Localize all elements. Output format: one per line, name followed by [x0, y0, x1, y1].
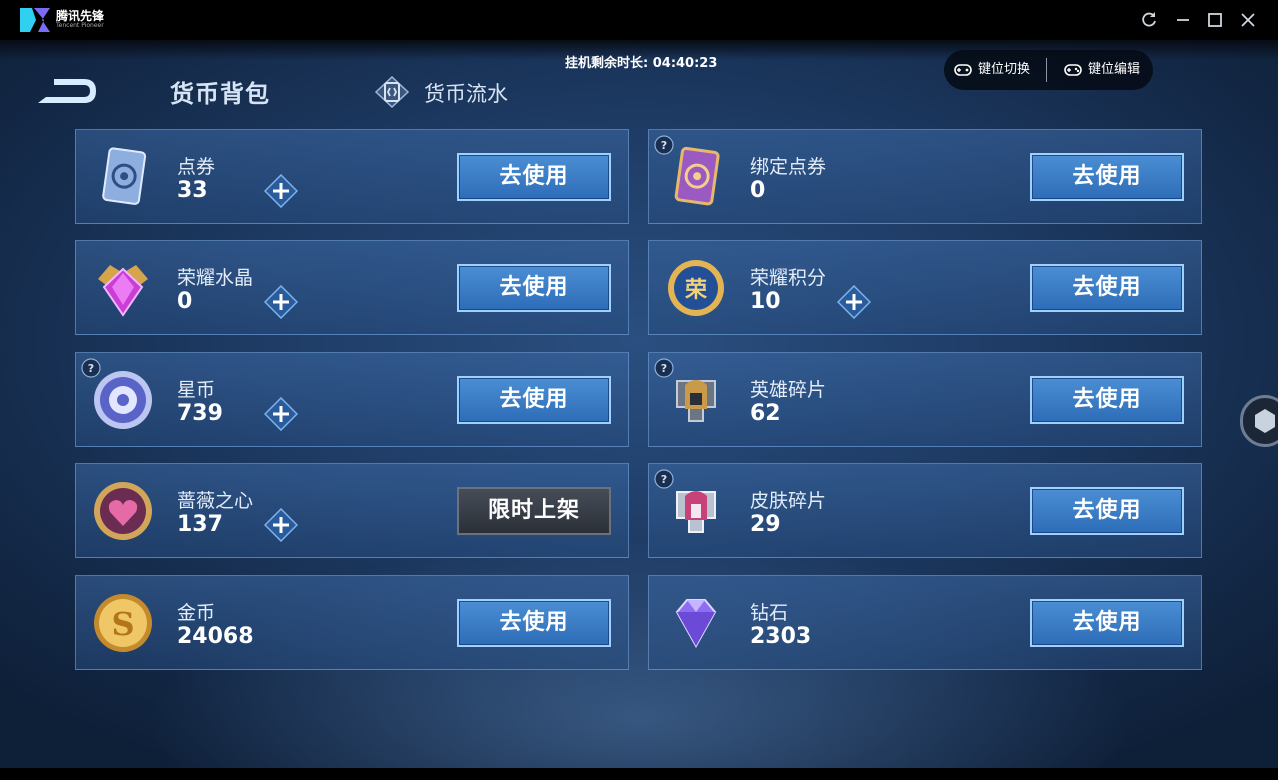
svg-text:?: ?: [661, 473, 667, 486]
game-view: 货币背包 货币流水 挂机剩余时长: 04:40:23 键位切换 键位编辑 点券 3…: [0, 40, 1278, 768]
currency-name: 钻石: [750, 602, 789, 624]
currency-value: 33: [177, 178, 208, 203]
currency-card: 点券 33 去使用: [75, 129, 629, 224]
glory-crystal-icon: [90, 255, 156, 321]
currency-card: ? 英雄碎片 62 去使用: [648, 352, 1202, 447]
svg-text:?: ?: [88, 362, 94, 375]
currency-name: 荣耀积分: [750, 267, 827, 289]
use-button[interactable]: 去使用: [457, 599, 611, 647]
gold-coin-icon: S: [90, 590, 156, 656]
currency-card: ? 皮肤碎片 29 去使用: [648, 463, 1202, 558]
svg-text:S: S: [111, 605, 134, 643]
key-edit-button[interactable]: 键位编辑: [1064, 60, 1154, 80]
title-bar: 腾讯先锋 Tencent Pioneer: [0, 0, 1278, 40]
floating-menu-handle[interactable]: [1240, 395, 1278, 447]
close-icon[interactable]: [1238, 10, 1258, 30]
currency-value: 137: [177, 512, 223, 537]
currency-value: 10: [750, 289, 781, 314]
maximize-icon[interactable]: [1205, 10, 1225, 30]
use-button[interactable]: 去使用: [1030, 153, 1184, 201]
currency-value: 29: [750, 512, 781, 537]
back-arrow-icon[interactable]: [32, 73, 100, 107]
svg-text:荣: 荣: [684, 277, 707, 303]
use-button[interactable]: 去使用: [1030, 376, 1184, 424]
currency-value: 62: [750, 401, 781, 426]
currency-name: 蔷薇之心: [177, 490, 254, 512]
help-icon[interactable]: ?: [80, 357, 102, 379]
currency-name: 皮肤碎片: [750, 490, 827, 512]
add-currency-button[interactable]: [263, 507, 299, 543]
use-button[interactable]: 去使用: [1030, 264, 1184, 312]
currency-name: 星币: [177, 379, 216, 401]
tab-currency-bag[interactable]: 货币背包: [170, 74, 270, 109]
currency-card: 钻石 2303 去使用: [648, 575, 1202, 670]
help-icon[interactable]: ?: [653, 357, 675, 379]
idle-timer: 挂机剩余时长: 04:40:23: [565, 56, 718, 71]
currency-name: 绑定点券: [750, 156, 827, 178]
use-button[interactable]: 去使用: [1030, 599, 1184, 647]
currency-value: 739: [177, 401, 223, 426]
voucher-icon: [90, 144, 156, 210]
currency-flow-icon[interactable]: [374, 76, 410, 108]
diamond-icon: [663, 590, 729, 656]
svg-text:?: ?: [661, 139, 667, 152]
key-mapping-panel: 键位切换 键位编辑: [944, 50, 1153, 90]
gamepad-switch-icon: [954, 64, 972, 76]
currency-value: 2303: [750, 624, 812, 649]
svg-text:?: ?: [661, 362, 667, 375]
help-icon[interactable]: ?: [653, 134, 675, 156]
currency-card: 蔷薇之心 137 限时上架: [75, 463, 629, 558]
use-button[interactable]: 去使用: [1030, 487, 1184, 535]
currency-card: ? 星币 739 去使用: [75, 352, 629, 447]
currency-value: 0: [177, 289, 193, 314]
use-button[interactable]: 去使用: [457, 153, 611, 201]
add-currency-button[interactable]: [836, 284, 872, 320]
currency-value: 0: [750, 178, 766, 203]
gamepad-edit-icon: [1064, 64, 1082, 76]
add-currency-button[interactable]: [263, 396, 299, 432]
use-button[interactable]: 去使用: [457, 376, 611, 424]
currency-card: ? 绑定点券 0 去使用: [648, 129, 1202, 224]
rose-heart-icon: [90, 478, 156, 544]
currency-card: 荣 荣耀积分 10 去使用: [648, 240, 1202, 335]
add-currency-button[interactable]: [263, 173, 299, 209]
app-logo-text: 腾讯先锋 Tencent Pioneer: [56, 9, 105, 29]
app-logo: [20, 8, 50, 32]
minimize-icon[interactable]: [1173, 10, 1193, 30]
currency-name: 荣耀水晶: [177, 267, 254, 289]
use-button[interactable]: 去使用: [457, 264, 611, 312]
currency-name: 点券: [177, 156, 216, 178]
tab-currency-flow[interactable]: 货币流水: [424, 78, 508, 108]
currency-name: 英雄碎片: [750, 379, 827, 401]
add-currency-button[interactable]: [263, 284, 299, 320]
help-icon[interactable]: ?: [653, 468, 675, 490]
limited-release-button[interactable]: 限时上架: [457, 487, 611, 535]
refresh-icon[interactable]: [1139, 10, 1159, 30]
key-switch-button[interactable]: 键位切换: [954, 60, 1044, 80]
currency-card: 荣耀水晶 0 去使用: [75, 240, 629, 335]
currency-name: 金币: [177, 602, 216, 624]
currency-value: 24068: [177, 624, 254, 649]
currency-card: S 金币 24068 去使用: [75, 575, 629, 670]
glory-points-icon: 荣: [663, 255, 729, 321]
